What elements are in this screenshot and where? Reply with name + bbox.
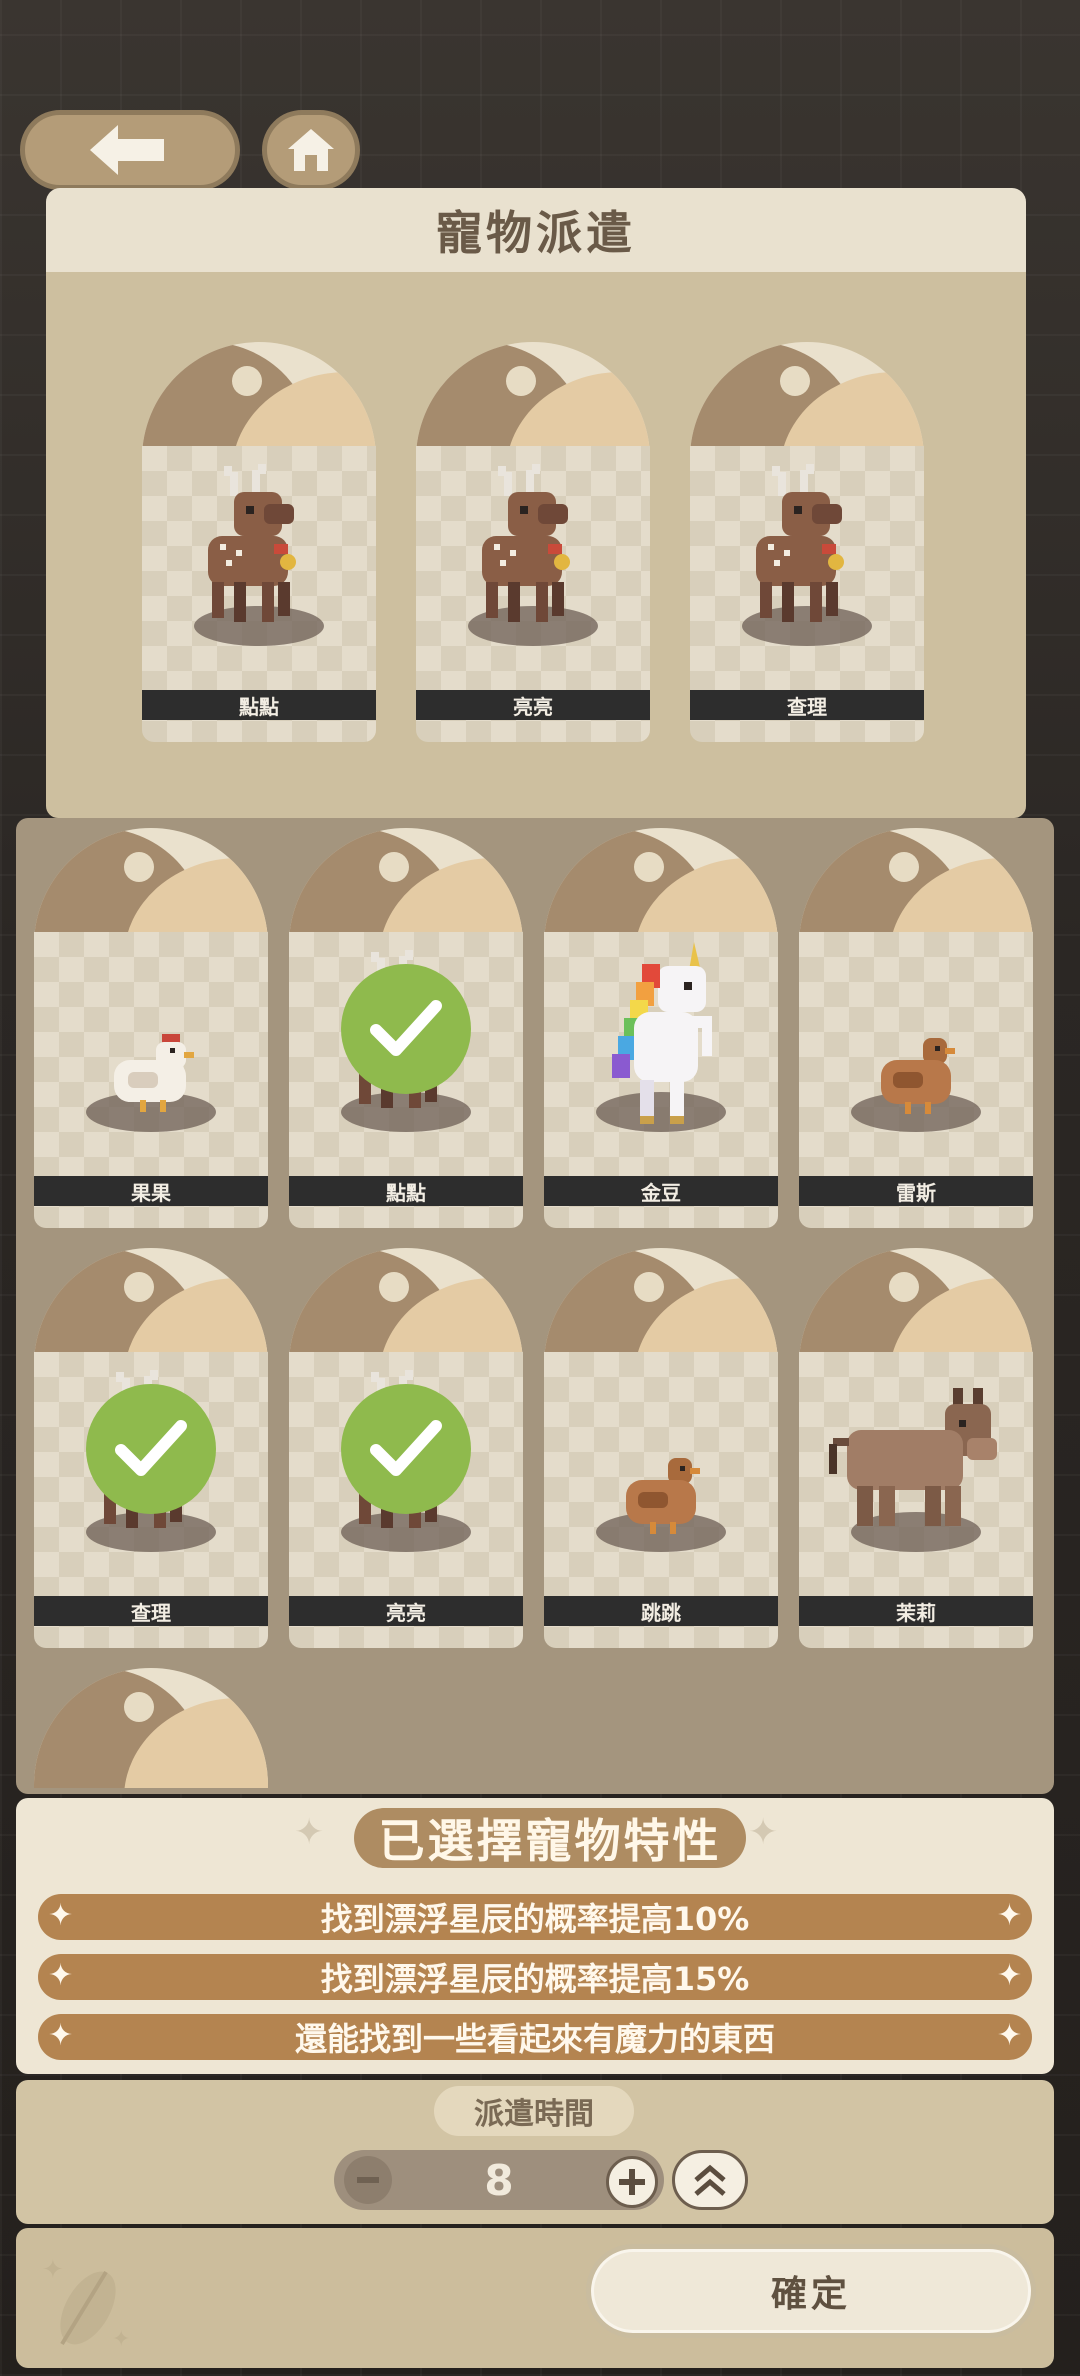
deer-sprite [208, 464, 296, 622]
plus-icon [619, 2169, 645, 2195]
deer-sprite [756, 464, 844, 622]
max-time-button[interactable] [672, 2150, 748, 2210]
arrow-left-icon [90, 125, 164, 175]
sparkle-icon: ✦ [48, 1958, 74, 1993]
selected-pet-card[interactable]: 查理 [690, 342, 924, 742]
traits-panel: ✦ ✦ 已選擇寵物特性 ✦ 找到漂浮星辰的概率提高10% ✦ ✦ 找到漂浮星辰的… [16, 1798, 1054, 2074]
trait-text: 找到漂浮星辰的概率提高10% [320, 1900, 750, 1938]
roster-pet-card[interactable]: 金豆 [544, 828, 778, 1228]
page-title: 寵物派遣 [46, 188, 1026, 272]
pet-name: 跳跳 [544, 1596, 778, 1626]
feather-icon: ✦ ✦ [42, 2255, 130, 2352]
pet-name: 茉莉 [799, 1596, 1033, 1626]
checkmark-icon [115, 1420, 187, 1476]
pet-name: 金豆 [544, 1176, 778, 1206]
deer-sprite [482, 464, 570, 622]
checkmark-icon [370, 1420, 442, 1476]
card-arch [799, 828, 1033, 948]
pet-sprite [598, 936, 728, 1140]
roster-pet-card[interactable]: 亮亮 [289, 1248, 523, 1648]
pet-name: 亮亮 [289, 1596, 523, 1626]
trait-item: ✦ 找到漂浮星辰的概率提高15% ✦ [38, 1954, 1032, 2000]
donkey-sprite [829, 1388, 997, 1526]
card-arch [34, 1668, 268, 1788]
pet-sprite [464, 452, 604, 636]
selected-pet-card[interactable]: 亮亮 [416, 342, 650, 742]
trait-text: 還能找到一些看起來有魔力的東西 [294, 2020, 775, 2058]
unicorn-sprite [612, 942, 712, 1124]
pet-sprite [190, 452, 330, 636]
selected-check-badge [341, 964, 471, 1094]
sparkle-icon: ✦ [996, 2018, 1022, 2053]
card-arch [690, 342, 924, 462]
pet-name: 果果 [34, 1176, 268, 1206]
pet-sprite [738, 452, 878, 636]
card-arch [416, 342, 650, 462]
pet-sprite [827, 1384, 1007, 1538]
roster-pet-card[interactable]: 查理 [34, 1248, 268, 1648]
roster-pet-card[interactable]: 雷斯 [799, 828, 1033, 1228]
pet-name: 查理 [34, 1596, 268, 1626]
selected-check-badge [341, 1384, 471, 1514]
selected-pet-card[interactable]: 點點 [142, 342, 376, 742]
selected-check-badge [86, 1384, 216, 1514]
svg-text:✦: ✦ [112, 2327, 130, 2352]
card-arch [289, 1248, 523, 1368]
dispatch-time-panel: 派遣時間 8 [16, 2080, 1054, 2224]
increase-button[interactable] [606, 2156, 658, 2208]
card-arch [544, 828, 778, 948]
dispatch-time-value: 8 [484, 2155, 514, 2205]
sparkle-icon: ✦ [748, 1812, 779, 1853]
card-arch [34, 828, 268, 948]
brown-chicken-sprite [881, 1038, 955, 1114]
traits-heading: 已選擇寵物特性 [354, 1808, 746, 1868]
checkmark-icon [370, 1000, 442, 1056]
pet-sprite [875, 1032, 965, 1126]
card-arch [289, 828, 523, 948]
confirm-panel: ✦ ✦ 確定 [16, 2228, 1054, 2368]
card-arch [799, 1248, 1033, 1368]
roster-pet-card[interactable]: 跳跳 [544, 1248, 778, 1648]
roster-pet-card[interactable]: 點點 [289, 828, 523, 1228]
trait-text: 找到漂浮星辰的概率提高15% [320, 1960, 750, 1998]
empty-pet-slot[interactable] [34, 1668, 268, 1794]
pet-name: 點點 [289, 1176, 523, 1206]
pet-sprite [104, 1028, 204, 1122]
minus-icon [357, 2177, 379, 2183]
home-button[interactable] [262, 110, 360, 190]
sparkle-icon: ✦ [48, 1898, 74, 1933]
pet-name: 點點 [142, 690, 376, 720]
dispatch-time-label: 派遣時間 [434, 2086, 634, 2136]
pet-roster[interactable]: 果果 點點 金豆 雷斯查理 亮亮 跳跳 茉莉 [16, 818, 1054, 1794]
confirm-button[interactable]: 確定 [586, 2244, 1036, 2338]
sparkle-icon: ✦ [996, 1898, 1022, 1933]
trait-item: ✦ 找到漂浮星辰的概率提高10% ✦ [38, 1894, 1032, 1940]
pet-name: 查理 [690, 690, 924, 720]
white-chicken-sprite [114, 1034, 194, 1112]
decrease-button[interactable] [344, 2156, 392, 2204]
sparkle-icon: ✦ [996, 1958, 1022, 1993]
selected-pets-area: 點點 亮亮 查理 [46, 272, 1026, 818]
trait-item: ✦ 還能找到一些看起來有魔力的東西 ✦ [38, 2014, 1032, 2060]
card-arch [142, 342, 376, 462]
home-icon [288, 129, 334, 171]
pet-name: 亮亮 [416, 690, 650, 720]
back-button[interactable] [20, 110, 240, 190]
dispatch-time-stepper[interactable]: 8 [334, 2150, 664, 2210]
double-chevron-up-icon [694, 2164, 726, 2196]
svg-text:✦: ✦ [42, 2255, 64, 2285]
card-arch [34, 1248, 268, 1368]
roster-pet-card[interactable]: 果果 [34, 828, 268, 1228]
card-arch [544, 1248, 778, 1368]
brown-chicken-sprite [626, 1458, 700, 1534]
sparkle-icon: ✦ [48, 2018, 74, 2053]
pet-name: 雷斯 [799, 1176, 1033, 1206]
pet-sprite [620, 1452, 710, 1546]
sparkle-icon: ✦ [294, 1812, 325, 1853]
roster-pet-card[interactable]: 茉莉 [799, 1248, 1033, 1648]
